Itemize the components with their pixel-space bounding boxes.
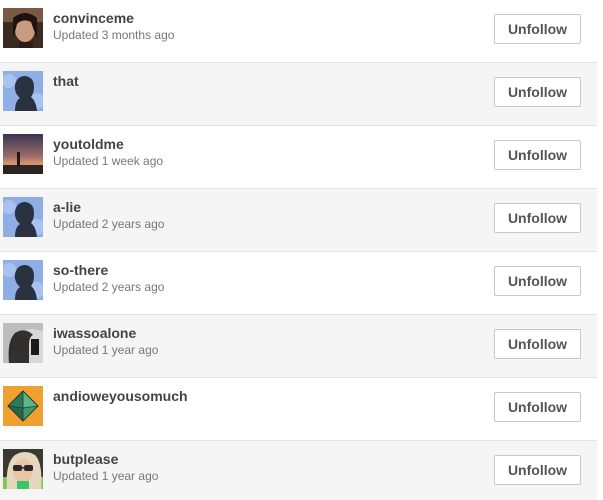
blog-name[interactable]: youtoldme <box>53 136 124 152</box>
list-item: iwassoalone Updated 1 year ago Unfollow <box>0 315 597 378</box>
list-item: andioweyousomuch Unfollow <box>0 378 597 441</box>
blog-name[interactable]: iwassoalone <box>53 325 136 341</box>
unfollow-button[interactable]: Unfollow <box>494 329 581 359</box>
list-item: youtoldme Updated 1 week ago Unfollow <box>0 126 597 189</box>
sunset-photo-avatar-icon <box>3 134 43 174</box>
unfollow-button[interactable]: Unfollow <box>494 14 581 44</box>
unfollow-button[interactable]: Unfollow <box>494 455 581 485</box>
photo-avatar-icon <box>3 449 43 489</box>
avatar[interactable] <box>3 386 43 426</box>
list-item: convinceme Updated 3 months ago Unfollow <box>0 0 597 63</box>
avatar[interactable] <box>3 449 43 489</box>
blog-name[interactable]: that <box>53 73 79 89</box>
list-item: that Unfollow <box>0 63 597 126</box>
avatar[interactable] <box>3 134 43 174</box>
updated-time: Updated 2 years ago <box>53 280 165 294</box>
avatar[interactable] <box>3 260 43 300</box>
avatar[interactable] <box>3 323 43 363</box>
unfollow-button[interactable]: Unfollow <box>494 392 581 422</box>
blog-name[interactable]: butplease <box>53 451 118 467</box>
geometric-avatar-icon <box>3 386 43 426</box>
blog-name[interactable]: so-there <box>53 262 108 278</box>
blog-name[interactable]: convinceme <box>53 10 134 26</box>
avatar[interactable] <box>3 71 43 111</box>
unfollow-button[interactable]: Unfollow <box>494 266 581 296</box>
unfollow-button[interactable]: Unfollow <box>494 203 581 233</box>
default-silhouette-avatar-icon <box>3 197 43 237</box>
photo-avatar-icon <box>3 8 43 48</box>
unfollow-button[interactable]: Unfollow <box>494 77 581 107</box>
list-item: butplease Updated 1 year ago Unfollow <box>0 441 597 500</box>
list-item: a-lie Updated 2 years ago Unfollow <box>0 189 597 252</box>
updated-time: Updated 3 months ago <box>53 28 175 42</box>
default-silhouette-avatar-icon <box>3 260 43 300</box>
blog-name[interactable]: a-lie <box>53 199 81 215</box>
photo-avatar-icon <box>3 323 43 363</box>
list-item: so-there Updated 2 years ago Unfollow <box>0 252 597 315</box>
updated-time: Updated 1 year ago <box>53 343 159 357</box>
updated-time: Updated 1 year ago <box>53 469 159 483</box>
avatar[interactable] <box>3 197 43 237</box>
following-list: convinceme Updated 3 months ago Unfollow… <box>0 0 597 500</box>
avatar[interactable] <box>3 8 43 48</box>
default-silhouette-avatar-icon <box>3 71 43 111</box>
unfollow-button[interactable]: Unfollow <box>494 140 581 170</box>
blog-name[interactable]: andioweyousomuch <box>53 388 188 404</box>
updated-time: Updated 2 years ago <box>53 217 165 231</box>
updated-time: Updated 1 week ago <box>53 154 164 168</box>
